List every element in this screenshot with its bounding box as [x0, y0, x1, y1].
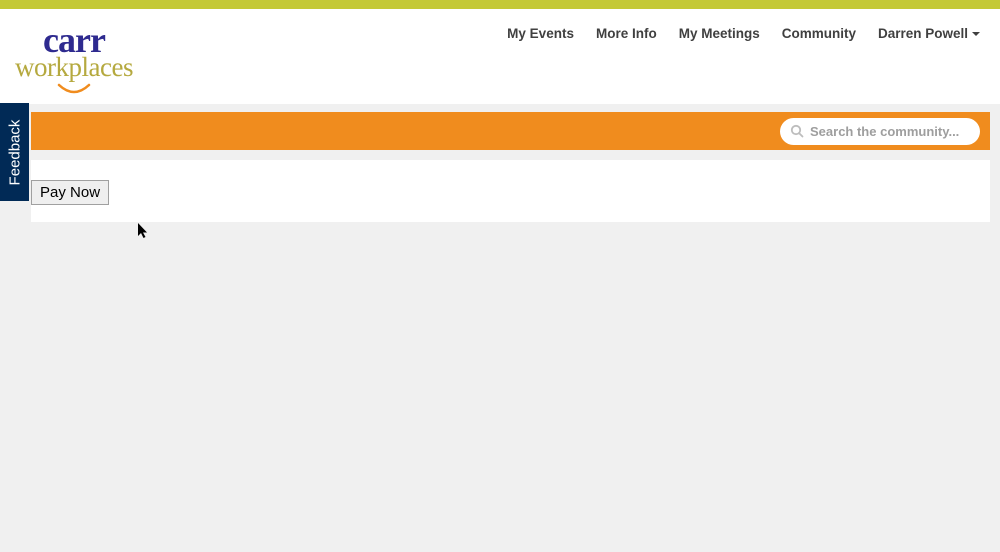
- nav-label: My Meetings: [679, 26, 760, 41]
- header: carr workplaces My Events More Info My M…: [0, 9, 1000, 104]
- pay-now-button[interactable]: Pay Now: [31, 180, 109, 205]
- feedback-label: Feedback: [6, 119, 23, 185]
- nav-my-events[interactable]: My Events: [507, 26, 574, 41]
- nav-label: More Info: [596, 26, 657, 41]
- feedback-tab[interactable]: Feedback: [0, 103, 29, 201]
- nav-community[interactable]: Community: [782, 26, 856, 41]
- logo-smile-icon: [57, 83, 91, 97]
- logo[interactable]: carr workplaces: [15, 16, 133, 97]
- search-container: [780, 118, 980, 145]
- search-input[interactable]: [810, 124, 985, 139]
- nav-user-menu[interactable]: Darren Powell: [878, 26, 980, 41]
- chevron-down-icon: [972, 32, 980, 36]
- nav-label: Darren Powell: [878, 26, 968, 41]
- nav-label: My Events: [507, 26, 574, 41]
- main-nav: My Events More Info My Meetings Communit…: [507, 26, 980, 41]
- logo-text-workplaces: workplaces: [15, 54, 133, 81]
- toolbar: [31, 112, 990, 150]
- nav-my-meetings[interactable]: My Meetings: [679, 26, 760, 41]
- content-below: [31, 222, 990, 552]
- top-accent-stripe: [0, 0, 1000, 9]
- search-icon: [790, 124, 804, 138]
- nav-more-info[interactable]: More Info: [596, 26, 657, 41]
- nav-label: Community: [782, 26, 856, 41]
- content-panel: Pay Now: [31, 160, 990, 222]
